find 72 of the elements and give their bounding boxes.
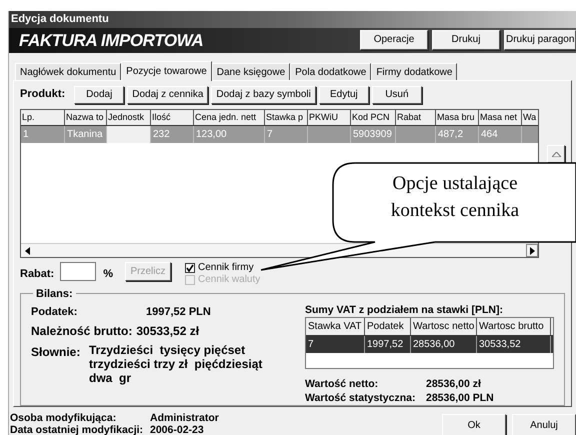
document-type-title: FAKTURA IMPORTOWA [19,30,204,52]
checkbox-label: Cennik firmy [198,263,254,274]
table-cell: 7 [306,336,365,353]
discount-field[interactable] [60,262,96,282]
table-cell: 30533,52 [477,336,551,353]
callout-text: Opcje ustalające kontekst cennika [390,172,520,223]
product-button[interactable]: Dodaj z bazy symboli [211,86,316,104]
column-header[interactable]: Stawka VAT [306,318,365,335]
product-button[interactable]: Usuń [372,86,422,104]
tab[interactable]: Nagłówek dokumentu [15,63,122,80]
table-cell: 28536,00 [411,336,477,353]
table-row[interactable]: 7 1997,52 28536,00 30533,52 [306,336,553,353]
horizontal-scrollbar[interactable] [21,243,538,258]
column-header[interactable]: Lp. [21,110,65,126]
modified-date-label: Data ostatniej modyfikacji: [10,424,144,435]
header-button[interactable]: Operacje [360,30,428,50]
scroll-right-icon[interactable] [526,244,538,258]
product-label: Produkt: [20,87,66,102]
modified-date-value: 2006-02-23 [150,424,204,435]
triangle-icon [552,152,560,157]
percent-label: % [103,267,114,282]
checkbox-label: Cennik waluty [198,275,260,286]
column-header[interactable]: Wartosc netto [411,318,477,335]
tax-label: Podatek: [31,304,78,320]
product-button[interactable]: Dodaj z cennika [127,86,208,104]
header-button[interactable]: Drukuj [432,30,500,50]
scroll-up-button[interactable] [547,145,565,164]
amount-in-words: Trzydzieści tysięcy pięćset trzydzieści trzy zł pięćdziesiąt dwa gr [89,343,264,385]
table-cell: 7 [265,126,308,144]
words-label: Słownie: [31,344,82,361]
header-button[interactable]: Drukuj paragon [504,30,576,50]
product-button[interactable]: Dodaj [74,86,124,104]
net-value: 28536,00 zł [426,377,481,391]
tax-value: 1997,52 PLN [146,304,211,320]
modifier-label: Osoba modyfikująca: [10,412,118,424]
checkbox[interactable] [185,263,196,274]
net-value-label: Wartość netto: [305,377,380,391]
column-header[interactable]: Jednostk [107,110,151,126]
table-cell: 232 [151,126,194,144]
tab[interactable]: Firmy dodatkowe [371,63,458,80]
gross-value: 30533,52 zł [136,323,200,340]
dialog-button[interactable]: Ok [442,414,506,435]
table-cell: 464 [479,126,522,144]
column-header[interactable]: Nazwa to [65,110,107,126]
table-cell: 1997,52 [365,336,411,353]
tab[interactable]: Dane księgowe [212,63,290,80]
column-header[interactable]: Ilość [151,110,194,126]
column-header[interactable]: Kod PCN [351,110,396,126]
gross-label: Należność brutto: [31,323,132,340]
modifier-value: Administrator [150,412,219,424]
column-header[interactable]: Rabat [396,110,436,126]
window-title: Edycja dokumentu [11,12,109,27]
column-header[interactable]: Wa [522,110,538,126]
table-cell: 487,2 [436,126,479,144]
column-header[interactable]: Masa bru [436,110,479,126]
column-header[interactable]: PKWiU [308,110,351,126]
tab[interactable]: Pola dodatkowe [290,63,372,80]
table-cell: 123,00 [194,126,265,144]
column-header[interactable]: Masa net [479,110,522,126]
discount-label: Rabat: [20,267,54,282]
product-button[interactable]: Edytuj [318,86,369,104]
column-header[interactable]: Podatek [365,318,411,335]
column-header[interactable]: Cena jedn. nett [194,110,265,126]
table-cell: 1 [21,126,65,144]
tab[interactable]: Pozycje towarowe [121,61,212,81]
table-cell: 5903909 [351,126,396,144]
vat-summary-title: Sumy VAT z podziałem na stawki [PLN]: [305,303,504,317]
statistical-value-label: Wartość statystyczna: [305,391,416,405]
column-header[interactable]: Stawka p [265,110,308,126]
statistical-value: 28536,00 PLN [426,391,494,405]
column-header[interactable]: Wartosc brutto [477,318,551,335]
dialog-button[interactable]: Anuluj [512,414,576,435]
